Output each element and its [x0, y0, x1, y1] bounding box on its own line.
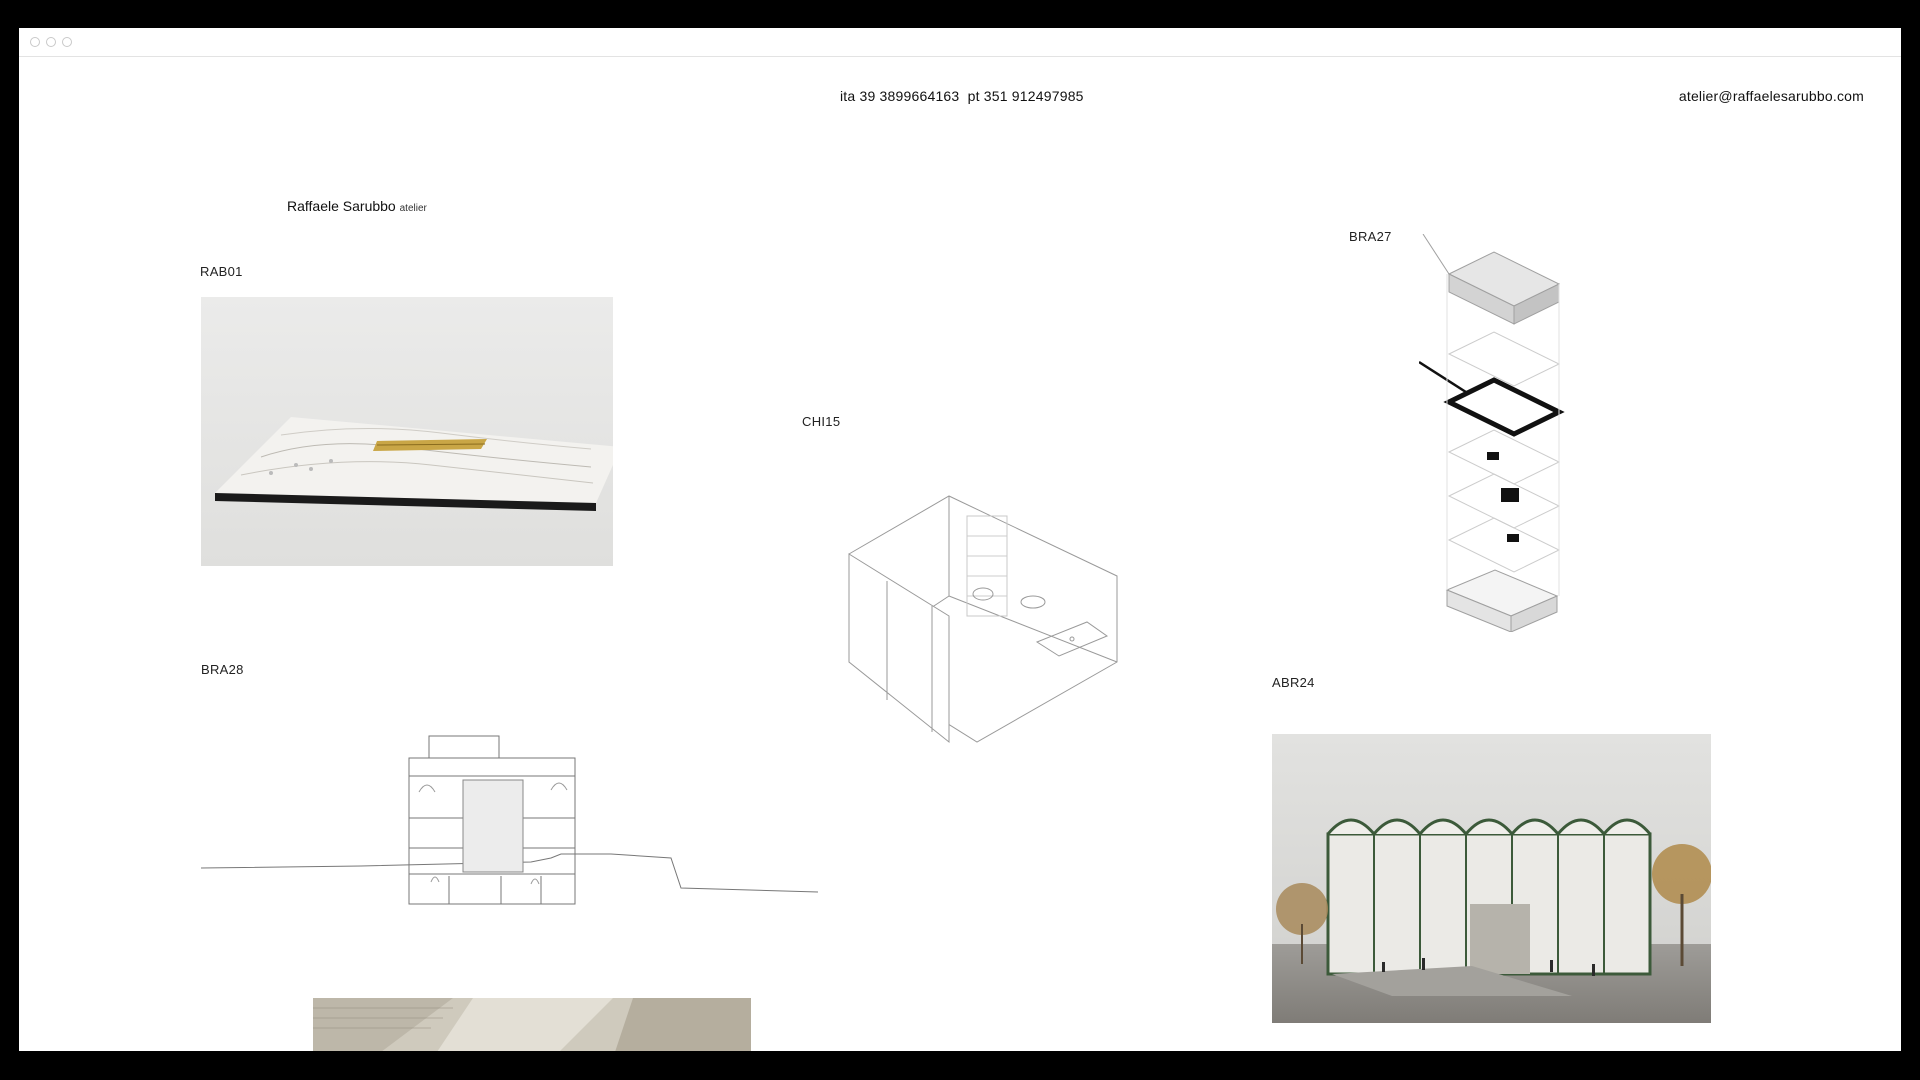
maximize-window-icon[interactable]: [62, 37, 72, 47]
project-image-rab01[interactable]: [201, 297, 613, 566]
project-label-rab01[interactable]: RAB01: [200, 264, 243, 279]
project-image-bra28[interactable]: [201, 716, 818, 906]
project-image-interior[interactable]: [313, 998, 751, 1051]
project-label-bra27[interactable]: BRA27: [1349, 229, 1392, 244]
brand-name: Raffaele Sarubbo: [287, 198, 396, 214]
bathroom-axonometric-drawing: [848, 495, 1118, 744]
project-image-chi15[interactable]: [837, 446, 1121, 746]
project-label-abr24[interactable]: ABR24: [1272, 675, 1315, 690]
email-link[interactable]: atelier@raffaelesarubbo.com: [1679, 88, 1864, 104]
brand-logo[interactable]: Raffaele Sarubbo atelier: [287, 198, 427, 214]
browser-window: ita 39 3899664163 pt 351 912497985 ateli…: [19, 28, 1901, 1051]
terrain-model-photo: [201, 297, 613, 566]
minimize-window-icon[interactable]: [46, 37, 56, 47]
interior-canopy-photo: [313, 998, 751, 1051]
title-bar: [19, 28, 1901, 57]
project-label-bra28[interactable]: BRA28: [201, 662, 244, 677]
building-section-drawing: [201, 735, 818, 905]
project-label-chi15[interactable]: CHI15: [802, 414, 840, 429]
project-image-bra27[interactable]: [1419, 234, 1599, 632]
project-image-abr24[interactable]: [1272, 734, 1711, 1023]
close-window-icon[interactable]: [30, 37, 40, 47]
brand-suffix: atelier: [399, 203, 427, 214]
exploded-axonometric-drawing: [1419, 234, 1565, 632]
phone-numbers[interactable]: ita 39 3899664163 pt 351 912497985: [840, 88, 1084, 104]
pavilion-rendering: [1272, 734, 1711, 1023]
